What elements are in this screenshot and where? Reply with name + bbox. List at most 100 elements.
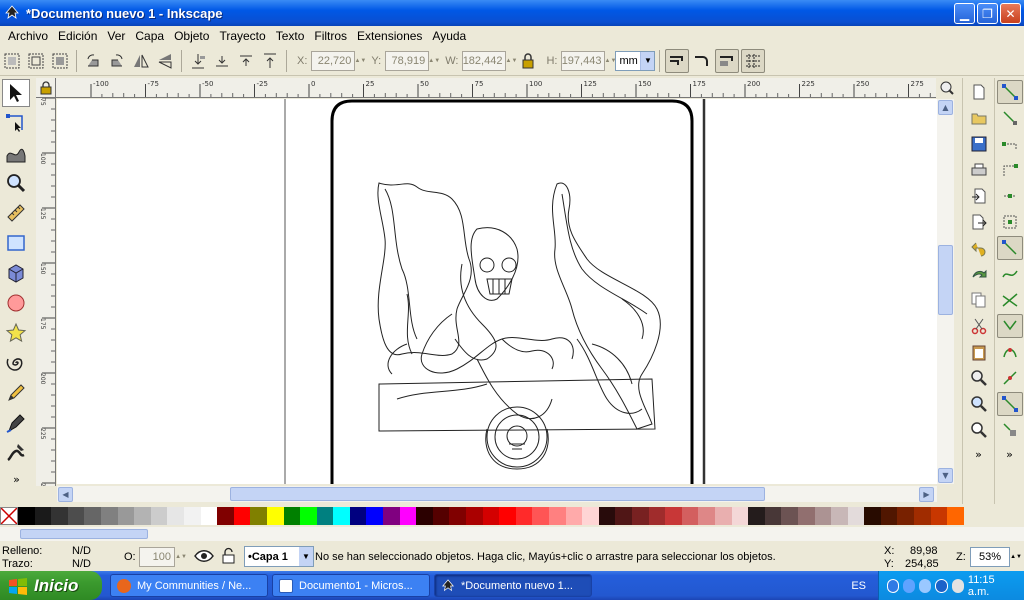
toolbox-more-button[interactable]: » <box>0 473 33 486</box>
color-swatch[interactable] <box>615 507 632 525</box>
color-swatch[interactable] <box>100 507 118 525</box>
opacity-spinner[interactable]: ▲▼ <box>175 547 187 567</box>
toggle-layer-visibility-button[interactable] <box>194 547 214 567</box>
fill-value[interactable]: N/D <box>72 545 91 557</box>
color-swatch[interactable] <box>532 507 549 525</box>
color-swatch[interactable] <box>266 507 284 525</box>
color-swatch[interactable] <box>416 507 433 525</box>
snap-page-border-toggle[interactable] <box>996 392 1023 416</box>
menu-filtros[interactable]: Filtros <box>309 29 352 43</box>
new-document-button[interactable] <box>966 80 992 104</box>
menu-archivo[interactable]: Archivo <box>3 29 53 43</box>
select-all-layers-button[interactable] <box>25 50 47 72</box>
color-swatch[interactable] <box>349 507 367 525</box>
color-swatch[interactable] <box>34 507 52 525</box>
color-swatch[interactable] <box>150 507 168 525</box>
no-paint-swatch[interactable] <box>0 507 18 525</box>
snap-nodes-toggle[interactable] <box>996 236 1023 260</box>
cut-button[interactable] <box>966 314 992 338</box>
export-button[interactable] <box>966 210 992 234</box>
color-swatch[interactable] <box>549 507 566 525</box>
color-swatch[interactable] <box>681 507 699 525</box>
color-swatch[interactable] <box>665 507 682 525</box>
palette-scrollbar[interactable] <box>0 527 1024 541</box>
h-spinner[interactable]: ▲▼ <box>605 51 617 71</box>
x-input[interactable]: 22,720 <box>311 50 356 71</box>
color-swatch[interactable] <box>847 507 865 525</box>
zoom-page-button[interactable] <box>966 418 992 442</box>
menu-texto[interactable]: Texto <box>271 29 310 43</box>
scroll-down-button[interactable]: ▼ <box>938 468 953 483</box>
color-swatch[interactable] <box>466 507 483 525</box>
rotate-ccw-button[interactable] <box>82 50 104 72</box>
node-tool[interactable] <box>2 109 30 137</box>
current-layer-select[interactable]: •Capa 1 ▼ <box>244 546 314 567</box>
close-button[interactable]: ✕ <box>1000 3 1021 24</box>
tray-back-icon[interactable] <box>887 578 900 593</box>
undo-button[interactable] <box>966 236 992 260</box>
open-button[interactable] <box>966 106 992 130</box>
measure-tool[interactable] <box>2 199 30 227</box>
color-swatch[interactable] <box>383 507 400 525</box>
color-swatch[interactable] <box>582 507 599 525</box>
color-swatch[interactable] <box>18 507 35 525</box>
move-patterns-toggle[interactable] <box>741 48 766 73</box>
calligraphy-tool[interactable] <box>2 439 30 467</box>
color-swatch[interactable] <box>930 507 948 525</box>
taskbar-item-word[interactable]: Documento1 - Micros... <box>272 574 430 597</box>
copy-button[interactable] <box>966 288 992 312</box>
deselect-button[interactable] <box>49 50 71 72</box>
vertical-scrollbar[interactable]: ▲ ▼ <box>937 99 954 484</box>
menu-trayecto[interactable]: Trayecto <box>214 29 270 43</box>
raise-button[interactable] <box>235 50 257 72</box>
zoom-fit-button[interactable] <box>937 78 957 98</box>
color-swatch[interactable] <box>565 507 583 525</box>
color-swatch[interactable] <box>167 507 184 525</box>
pencil-tool[interactable] <box>2 379 30 407</box>
menu-objeto[interactable]: Objeto <box>169 29 214 43</box>
snap-bbox-centers-toggle[interactable] <box>997 210 1023 234</box>
color-swatch[interactable] <box>764 507 782 525</box>
move-gradients-toggle[interactable] <box>715 48 740 73</box>
color-swatch[interactable] <box>233 507 251 525</box>
selector-tool[interactable] <box>2 79 30 107</box>
lock-proportions-button[interactable] <box>517 50 539 72</box>
color-swatch[interactable] <box>914 507 931 525</box>
3d-box-tool[interactable] <box>2 259 30 287</box>
rectangle-tool[interactable] <box>2 229 30 257</box>
color-swatch[interactable] <box>748 507 765 525</box>
w-spinner[interactable]: ▲▼ <box>506 51 518 71</box>
palette-scroll-thumb[interactable] <box>20 529 148 539</box>
w-input[interactable]: 182,442 <box>462 50 507 71</box>
menu-extensiones[interactable]: Extensiones <box>352 29 427 43</box>
horizontal-scroll-thumb[interactable] <box>230 487 765 501</box>
select-all-button[interactable] <box>1 50 23 72</box>
zoom-input[interactable]: 53% <box>970 547 1010 567</box>
print-button[interactable] <box>966 158 992 182</box>
color-swatch[interactable] <box>714 507 732 525</box>
stroke-value[interactable]: N/D <box>72 558 91 570</box>
color-swatch[interactable] <box>399 507 417 525</box>
info-icon[interactable] <box>935 578 948 593</box>
snap-smooth-nodes-toggle[interactable] <box>997 340 1023 364</box>
import-button[interactable] <box>966 184 992 208</box>
rotate-cw-button[interactable] <box>106 50 128 72</box>
horizontal-ruler[interactable]: -100 -75 -50 -25 0 25 50 75 100 125 150 175 200 225 25… <box>56 78 936 98</box>
scale-radius-toggle[interactable] <box>691 50 713 72</box>
horizontal-scrollbar[interactable]: ◀ ▶ <box>57 486 937 502</box>
snap-bbox-edges-toggle[interactable] <box>997 132 1023 156</box>
raise-to-top-button[interactable] <box>259 50 281 72</box>
paste-button[interactable] <box>966 340 992 364</box>
flip-horizontal-button[interactable] <box>130 50 152 72</box>
snap-cusp-nodes-toggle[interactable] <box>996 314 1023 338</box>
color-swatch[interactable] <box>333 507 350 525</box>
y-input[interactable]: 78,919 <box>385 50 430 71</box>
redo-button[interactable] <box>966 262 992 286</box>
color-swatch[interactable] <box>598 507 616 525</box>
color-swatch[interactable] <box>515 507 533 525</box>
y-spinner[interactable]: ▲▼ <box>428 51 440 71</box>
zoom-selection-button[interactable] <box>966 366 992 390</box>
menu-ayuda[interactable]: Ayuda <box>427 29 471 43</box>
pen-tool[interactable] <box>2 409 30 437</box>
color-swatch[interactable] <box>84 507 101 525</box>
